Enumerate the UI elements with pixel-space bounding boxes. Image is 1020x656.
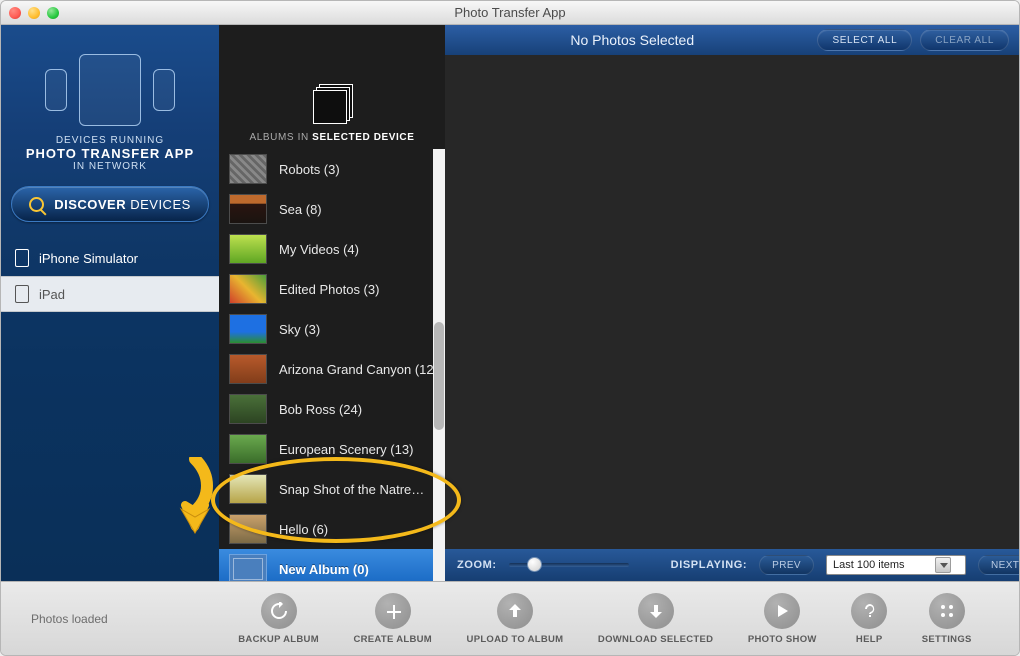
content-topbar: No Photos Selected SELECT ALL CLEAR ALL	[445, 25, 1019, 55]
album-item[interactable]: Hello (6)	[219, 509, 433, 549]
footer-status: Photos loaded	[31, 612, 221, 626]
upload-icon	[497, 593, 533, 629]
selection-status: No Photos Selected	[455, 32, 809, 48]
sidebar-caption-line3: IN NETWORK	[1, 161, 219, 172]
album-item[interactable]: Robots (3)	[219, 149, 433, 189]
album-thumbnail	[229, 394, 267, 424]
albums-header: ALBUMS IN SELECTED DEVICE	[219, 25, 445, 149]
album-label: Sky (3)	[279, 322, 320, 337]
footer-icon-label: DOWNLOAD SELECTED	[598, 634, 713, 645]
footer-upload-button[interactable]: UPLOAD TO ALBUM	[467, 593, 564, 645]
album-label: Sea (8)	[279, 202, 322, 217]
displaying-dropdown[interactable]: Last 100 items	[826, 555, 966, 575]
footer-help-button[interactable]: HELP	[851, 593, 887, 645]
sidebar-caption: DEVICES RUNNING PHOTO TRANSFER APP IN NE…	[1, 135, 219, 172]
album-label: Snap Shot of the Natre…	[279, 482, 424, 497]
chevron-down-icon	[935, 557, 951, 573]
displaying-value: Last 100 items	[833, 559, 905, 571]
album-thumbnail	[229, 314, 267, 344]
album-label: My Videos (4)	[279, 242, 359, 257]
prev-button[interactable]: PREV	[759, 555, 814, 575]
album-item[interactable]: Arizona Grand Canyon (12)	[219, 349, 433, 389]
device-icon	[15, 285, 29, 303]
zoom-label: ZOOM:	[457, 559, 497, 571]
album-item[interactable]: Snap Shot of the Natre…	[219, 469, 433, 509]
create-icon	[375, 593, 411, 629]
discover-devices-button[interactable]: DISCOVER DEVICES	[11, 186, 209, 222]
album-thumbnail	[229, 274, 267, 304]
footer-icon-label: CREATE ALBUM	[353, 634, 432, 645]
album-list: Robots (3) Sea (8) My Videos (4) Edited Pho…	[219, 149, 433, 581]
album-item[interactable]: Edited Photos (3)	[219, 269, 433, 309]
album-label: Arizona Grand Canyon (12)	[279, 362, 433, 377]
album-thumbnail	[229, 434, 267, 464]
window-title: Photo Transfer App	[1, 5, 1019, 20]
album-label: Bob Ross (24)	[279, 402, 362, 417]
backup-icon	[261, 593, 297, 629]
footer-icon-label: SETTINGS	[922, 634, 972, 645]
album-thumbnail	[229, 154, 267, 184]
album-label: Hello (6)	[279, 522, 328, 537]
footer-backup-button[interactable]: BACKUP ALBUM	[238, 593, 319, 645]
device-list: iPhone Simulator iPad	[1, 240, 219, 312]
select-all-button[interactable]: SELECT ALL	[817, 29, 912, 51]
content-column: No Photos Selected SELECT ALL CLEAR ALL …	[445, 25, 1019, 581]
footer-icons: BACKUP ALBUM CREATE ALBUM UPLOAD TO ALBUM D…	[221, 593, 989, 645]
search-icon	[29, 197, 44, 212]
displaying-label: DISPLAYING:	[671, 559, 747, 571]
device-label: iPhone Simulator	[39, 251, 138, 266]
device-icon	[15, 249, 29, 267]
devices-illustration	[1, 25, 219, 135]
album-item[interactable]: Sky (3)	[219, 309, 433, 349]
sidebar-caption-line1: DEVICES RUNNING	[1, 135, 219, 146]
albums-scroll: Robots (3) Sea (8) My Videos (4) Edited Pho…	[219, 149, 445, 581]
album-label: Edited Photos (3)	[279, 282, 379, 297]
albums-scrollbar-track[interactable]	[433, 149, 445, 581]
album-item[interactable]: Bob Ross (24)	[219, 389, 433, 429]
device-item[interactable]: iPad	[1, 276, 219, 312]
settings-icon	[929, 593, 965, 629]
main-row: DEVICES RUNNING PHOTO TRANSFER APP IN NE…	[1, 25, 1019, 581]
album-item[interactable]: European Scenery (13)	[219, 429, 433, 469]
footer-icon-label: UPLOAD TO ALBUM	[467, 634, 564, 645]
download-icon	[638, 593, 674, 629]
sidebar: DEVICES RUNNING PHOTO TRANSFER APP IN NE…	[1, 25, 219, 581]
album-thumbnail	[229, 354, 267, 384]
clear-all-button[interactable]: CLEAR ALL	[920, 29, 1009, 51]
next-button[interactable]: NEXT	[978, 555, 1020, 575]
footer-show-button[interactable]: PHOTO SHOW	[748, 593, 817, 645]
footer-create-button[interactable]: CREATE ALBUM	[353, 593, 432, 645]
zoom-slider-thumb[interactable]	[527, 557, 542, 572]
footer-icon-label: PHOTO SHOW	[748, 634, 817, 645]
photo-grid	[445, 55, 1019, 549]
album-thumbnail	[229, 514, 267, 544]
album-item[interactable]: My Videos (4)	[219, 229, 433, 269]
zoom-slider[interactable]	[509, 563, 629, 567]
device-item[interactable]: iPhone Simulator	[1, 240, 219, 276]
album-thumbnail	[229, 234, 267, 264]
show-icon	[764, 593, 800, 629]
album-item[interactable]: Sea (8)	[219, 189, 433, 229]
help-icon	[851, 593, 887, 629]
album-thumbnail	[229, 554, 267, 581]
albums-scrollbar-thumb[interactable]	[434, 322, 444, 430]
content-bottombar: ZOOM: DISPLAYING: PREV Last 100 items NE…	[445, 549, 1019, 581]
albums-panel: ALBUMS IN SELECTED DEVICE Robots (3) Sea …	[219, 25, 445, 581]
album-thumbnail	[229, 194, 267, 224]
album-thumbnail	[229, 474, 267, 504]
album-label: Robots (3)	[279, 162, 340, 177]
footer-icon-label: BACKUP ALBUM	[238, 634, 319, 645]
albums-icon	[313, 84, 351, 122]
device-label: iPad	[39, 287, 65, 302]
footer: Photos loaded BACKUP ALBUM CREATE ALBUM UP…	[1, 581, 1019, 655]
album-label: European Scenery (13)	[279, 442, 413, 457]
album-label: New Album (0)	[279, 562, 369, 577]
album-item[interactable]: New Album (0)	[219, 549, 433, 581]
footer-icon-label: HELP	[856, 634, 883, 645]
footer-settings-button[interactable]: SETTINGS	[922, 593, 972, 645]
footer-download-button[interactable]: DOWNLOAD SELECTED	[598, 593, 713, 645]
window-titlebar: Photo Transfer App	[1, 1, 1019, 25]
app-window: Photo Transfer App DEVICES RUNNING PHOTO…	[0, 0, 1020, 656]
